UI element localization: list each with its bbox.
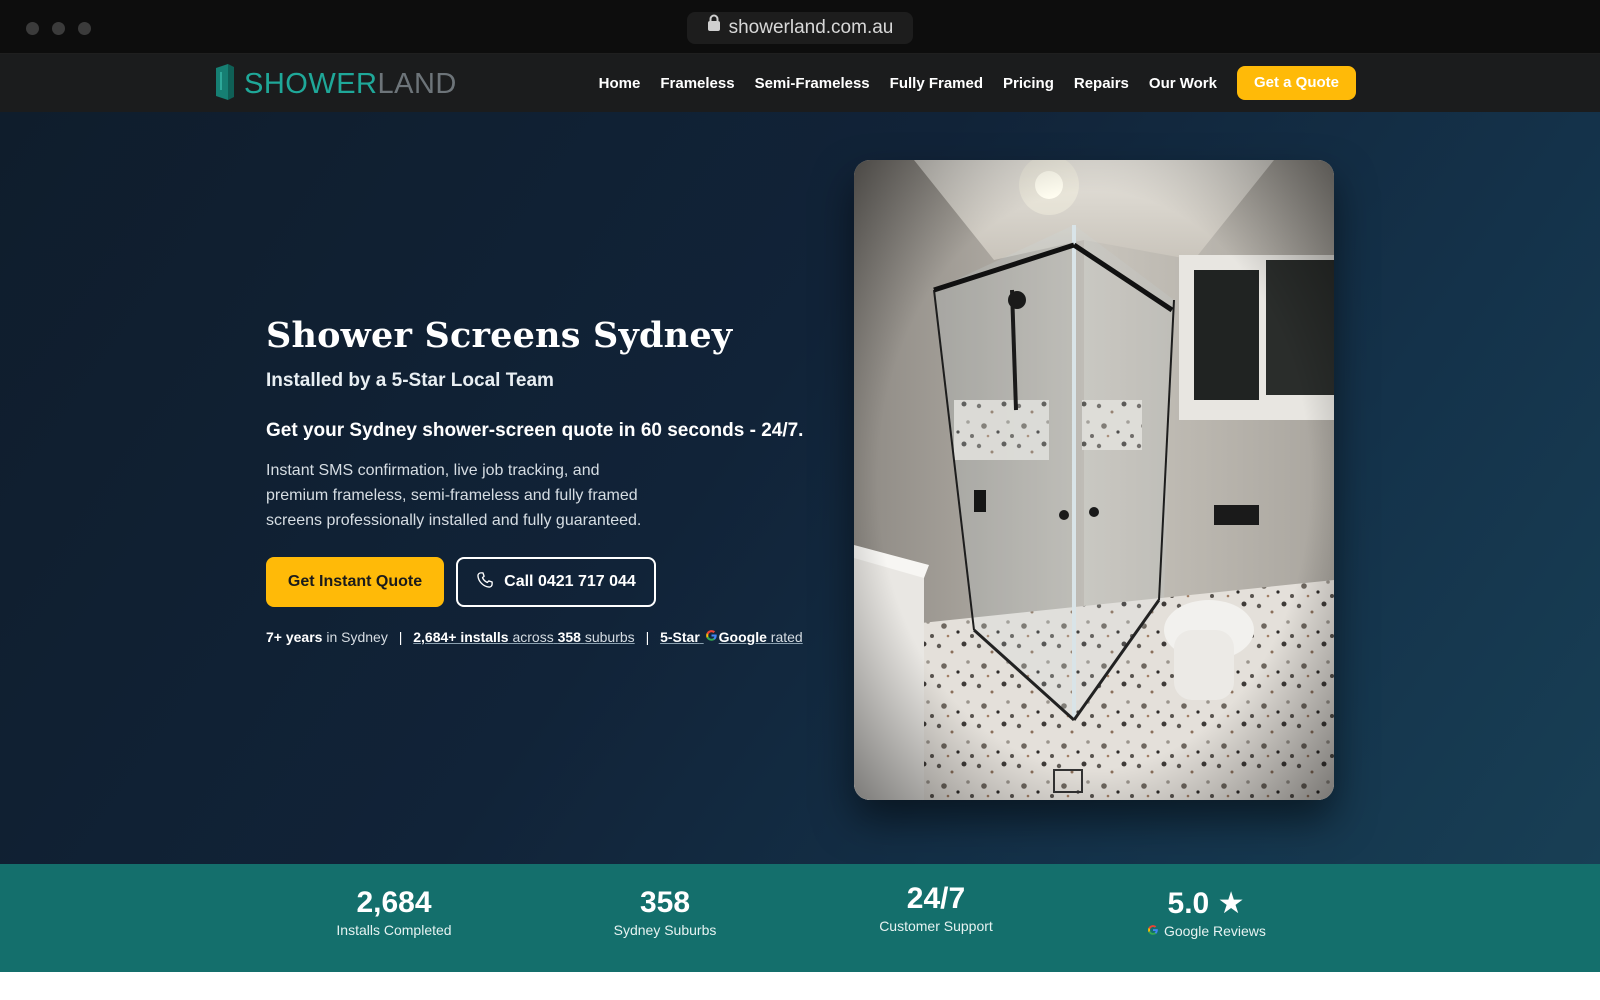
lock-icon	[707, 10, 721, 42]
hero-text: Shower Screens Sydney Installed by a 5-S…	[266, 315, 826, 646]
call-button[interactable]: Call 0421 717 044	[456, 557, 656, 607]
logo-wordmark: SHOWERLAND	[244, 68, 457, 101]
call-button-label: Call 0421 717 044	[504, 573, 636, 590]
trust-years: 7+ years	[266, 629, 323, 645]
stat-installs-label: Installs Completed	[336, 922, 452, 938]
stats-band: 2,684 Installs Completed 358 Sydney Subu…	[0, 864, 1600, 972]
trust-rating: 5-Star	[660, 629, 700, 645]
trust-installs: 2,684+ installs	[413, 629, 509, 645]
trust-rated: rated	[770, 629, 803, 645]
hero-subtitle: Installed by a 5-Star Local Team	[266, 370, 554, 391]
phone-icon	[476, 571, 494, 594]
showerland-logo[interactable]: SHOWERLAND	[214, 62, 457, 107]
nav-link-frameless[interactable]: Frameless	[660, 75, 734, 92]
nav-link-our-work[interactable]: Our Work	[1149, 75, 1217, 92]
nav-link-repairs[interactable]: Repairs	[1074, 75, 1129, 92]
hero-title: Shower Screens Sydney	[266, 315, 733, 356]
page-below-fold	[0, 972, 1600, 1000]
trust-suburbs-rest: suburbs	[584, 629, 635, 645]
stat-installs-value: 2,684	[356, 886, 432, 919]
get-instant-quote-button[interactable]: Get Instant Quote	[266, 557, 444, 607]
nav-link-semi-frameless[interactable]: Semi-Frameless	[755, 75, 870, 92]
window-minimize-dot[interactable]	[52, 22, 65, 35]
get-a-quote-button[interactable]: Get a Quote	[1236, 66, 1356, 100]
trust-separator: |	[398, 629, 403, 645]
trust-years-rest: in Sydney	[326, 629, 388, 645]
stat-support: 24/7 Customer Support	[836, 882, 1036, 934]
nav-link-fully-framed[interactable]: Fully Framed	[890, 75, 983, 92]
trust-google: Google	[718, 629, 767, 645]
stat-suburbs-value: 358	[639, 886, 691, 919]
trust-installs-mid: across	[512, 629, 554, 645]
trust-separator: |	[645, 629, 650, 645]
url-text: showerland.com.au	[728, 17, 894, 39]
window-maximize-dot[interactable]	[78, 22, 91, 35]
stat-support-value: 24/7	[906, 882, 966, 915]
nav-link-home[interactable]: Home	[599, 75, 641, 92]
nav-link-pricing[interactable]: Pricing	[1003, 75, 1054, 92]
main-nav: Home Frameless Semi-Frameless Fully Fram…	[579, 66, 1356, 100]
stat-reviews-label-row: Google Reviews	[1106, 923, 1306, 940]
trust-line: 7+ years in Sydney | 2,684+ installs acr…	[266, 629, 826, 646]
stat-reviews: 5.0 ★ Google Reviews	[1106, 886, 1306, 940]
logo-word-shower: SHOWER	[244, 67, 378, 100]
hero-lead: Get your Sydney shower-screen quote in 6…	[266, 420, 804, 441]
trust-installs-link[interactable]: 2,684+ installs across 358 suburbs	[413, 629, 634, 645]
window-close-dot[interactable]	[26, 22, 39, 35]
stat-suburbs-label: Sydney Suburbs	[613, 922, 717, 938]
stat-reviews-label: Google Reviews	[1163, 923, 1266, 939]
stat-support-label: Customer Support	[879, 918, 993, 934]
stat-installs: 2,684 Installs Completed	[294, 886, 494, 938]
site-header: SHOWERLAND Home Frameless Semi-Frameless…	[0, 54, 1600, 112]
stat-suburbs: 358 Sydney Suburbs	[565, 886, 765, 938]
stat-reviews-value: 5.0 ★	[1167, 887, 1245, 920]
google-icon	[705, 629, 718, 645]
hero-section: Shower Screens Sydney Installed by a 5-S…	[0, 112, 1600, 864]
hero-buttons: Get Instant Quote Call 0421 717 044	[266, 557, 826, 607]
logo-glass-icon	[214, 62, 236, 107]
address-bar[interactable]: showerland.com.au	[687, 12, 913, 44]
trust-suburbs: 358	[557, 629, 581, 645]
google-icon	[1147, 923, 1159, 939]
hero-description: Instant SMS confirmation, live job track…	[266, 462, 642, 529]
browser-toolbar: showerland.com.au	[0, 0, 1600, 54]
shower-photo	[854, 160, 1334, 800]
trust-google-link[interactable]: 5-Star Google rated	[660, 629, 803, 645]
logo-word-land: LAND	[377, 67, 457, 100]
